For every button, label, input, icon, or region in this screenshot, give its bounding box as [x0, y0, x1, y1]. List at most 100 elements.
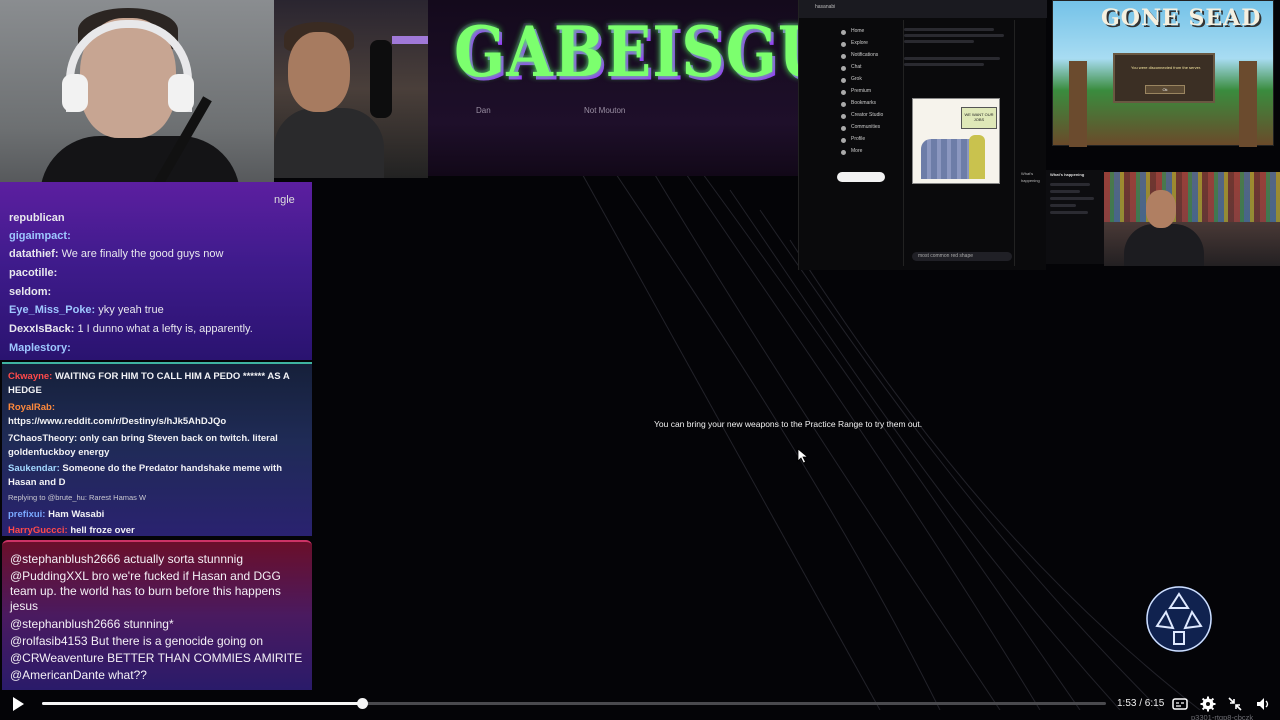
- guest-face: [288, 32, 350, 112]
- chat-message: DexxIsBack: 1 I dunno what a lefty is, a…: [9, 323, 253, 335]
- chat-message: @stephanblush2666 actually sorta stunnni…: [10, 552, 244, 566]
- chat-username: prefixui:: [8, 509, 46, 520]
- chat-username: Ckwayne:: [8, 371, 53, 382]
- meme-image: WE WANT OUR JOBS: [912, 98, 1000, 184]
- chat-panel-top: ngle republican gigaimpact: datathief: W…: [0, 182, 312, 360]
- chat-text: HEDGE: [8, 385, 42, 396]
- chat-message: Eye_Miss_Poke: yky yeah true: [9, 304, 164, 316]
- fullscreen-exit-icon[interactable]: [1227, 696, 1243, 712]
- headphone-cup-right: [168, 74, 194, 112]
- guest-body: [274, 108, 384, 178]
- channel-banner: GABEISGUNK Dan Not Mouton: [428, 0, 798, 176]
- progress-bar[interactable]: [42, 698, 1106, 709]
- chat-reply: Replying to @brute_hu: Rarest Hamas W: [8, 493, 146, 502]
- chat-username: republican: [9, 212, 65, 224]
- chat-message: @AmericanDante what??: [10, 668, 147, 682]
- headphone-cup-left: [62, 74, 88, 112]
- meme-figure: [969, 135, 985, 179]
- chat-username: seldom:: [9, 286, 52, 298]
- third-person-body: [1124, 224, 1204, 266]
- third-webcam: [1104, 172, 1280, 266]
- chat-message: Hasan and D: [8, 477, 66, 488]
- chat-text: yky yeah true: [98, 304, 164, 316]
- chat-message: HEDGE: [8, 385, 42, 396]
- sidebar-item: Communities: [839, 124, 899, 136]
- chat-message: 7ChaosTheory: only can bring Steven back…: [8, 433, 278, 444]
- time-display: 1:53 / 6:15: [1117, 698, 1165, 709]
- chat-text: only can bring Steven back on twitch. li…: [79, 433, 278, 444]
- chat-message: Ckwayne: WAITING FOR HIM TO CALL HIM A P…: [8, 371, 290, 382]
- chat-username: DexxIsBack:: [9, 323, 75, 335]
- chat-username: pacotille:: [9, 267, 58, 279]
- sidebar-item: Profile: [839, 136, 899, 148]
- chat-message: @CRWeaventure BETTER THAN COMMIES AMIRIT…: [10, 651, 303, 665]
- sidebar-item: Home: [839, 28, 899, 40]
- chat-panel-bottom: @stephanblush2666 actually sorta stunnni…: [2, 540, 312, 690]
- sidebar-item: Premium: [839, 88, 899, 100]
- game-post-right: [1239, 61, 1257, 147]
- game-title: GONE SEAD: [1101, 5, 1262, 31]
- chat-text: Hasan and D: [8, 477, 66, 488]
- trending-strip-heading: What's happening: [1050, 172, 1085, 177]
- chat-message: @rolfasib4153 But there is a genocide go…: [10, 634, 264, 648]
- banner-sub-left: Dan: [476, 106, 491, 115]
- chat-panel-mid: Ckwayne: WAITING FOR HIM TO CALL HIM A P…: [2, 362, 312, 536]
- sidebar-item: Chat: [839, 64, 899, 76]
- video-player-bar: 1:53 / 6:15 p3301-rtgp8-cbczk: [0, 690, 1280, 720]
- banner-sub-right: Not Mouton: [584, 106, 626, 115]
- cursor-icon: [797, 448, 809, 464]
- play-icon[interactable]: [10, 696, 26, 712]
- chat-message: gigaimpact:: [9, 230, 71, 242]
- progress-knob[interactable]: [357, 698, 369, 709]
- progress-fill: [42, 702, 363, 705]
- browser-tab-title: hasanabi: [815, 4, 836, 10]
- guest-mic: [370, 40, 392, 118]
- trending-heading: What's happening: [1021, 171, 1040, 183]
- chat-username: 7ChaosTheory:: [8, 433, 78, 444]
- chat-text: goldenfuckboy energy: [8, 447, 110, 458]
- game-dialog-ok-button: Ok: [1145, 85, 1185, 94]
- chat-message: prefixui: Ham Wasabi: [8, 509, 104, 520]
- chat-text: 1 I dunno what a lefty is, apparently.: [77, 323, 253, 335]
- game-window: GONE SEAD You were disconnected from the…: [1052, 0, 1274, 147]
- chat-message: Maplestory:: [9, 342, 71, 354]
- sidebar-item: More: [839, 148, 899, 160]
- radiant-icon: [1146, 586, 1212, 652]
- browser-window: hasanabi Home Explore Notifications Chat…: [798, 0, 1047, 270]
- video-frame[interactable]: GABEISGUNK Dan Not Mouton hasanabi Home …: [0, 0, 1280, 720]
- post-button: [837, 172, 885, 182]
- chat-text: WAITING FOR HIM TO CALL HIM A PEDO *****…: [55, 371, 290, 382]
- sidebar-item: Grok: [839, 76, 899, 88]
- captions-icon[interactable]: [1172, 696, 1188, 712]
- volume-icon[interactable]: [1255, 696, 1271, 712]
- settings-icon[interactable]: [1200, 696, 1216, 712]
- overflow-tag: ngle: [274, 194, 295, 206]
- chat-message: seldom:: [9, 286, 51, 298]
- browser-tabbar: hasanabi: [799, 0, 1047, 18]
- video-id-watermark: p3301-rtgp8-cbczk: [1191, 713, 1254, 720]
- chat-message: HarryGuccci: hell froze over: [8, 525, 135, 536]
- chat-text: Replying to @brute_hu: Rarest Hamas W: [8, 493, 147, 502]
- chat-message: @PuddingXXL bro we're fucked if Hasan an…: [10, 569, 281, 613]
- chat-text: Someone do the Predator handshake meme w…: [62, 463, 282, 474]
- chat-username: HarryGuccci:: [8, 525, 68, 536]
- practice-range-message: You can bring your new weapons to the Pr…: [654, 419, 923, 429]
- trending-strip: What's happening: [1046, 170, 1104, 264]
- chat-text: Ham Wasabi: [48, 509, 105, 520]
- sidebar-item: Notifications: [839, 52, 899, 64]
- chat-message: goldenfuckboy energy: [8, 447, 109, 458]
- game-post-left: [1069, 61, 1087, 147]
- sidebar-item: Bookmarks: [839, 100, 899, 112]
- sidebar-item: Explore: [839, 40, 899, 52]
- chat-link: https://www.reddit.com/r/Destiny/s/hJk5A…: [8, 416, 226, 427]
- game-dialog: You were disconnected from the server. O…: [1113, 53, 1215, 103]
- sidebar-item: Creator Studio: [839, 112, 899, 124]
- chat-text: https://www.reddit.com/r/Destiny/s/hJk5A…: [8, 416, 227, 427]
- search-box: most common red shape: [912, 252, 1012, 261]
- guest-webcam: [274, 0, 428, 178]
- chat-username: Eye_Miss_Poke:: [9, 304, 96, 316]
- guest-light: [392, 36, 428, 44]
- chat-text: hell froze over: [70, 525, 135, 536]
- chat-username: gigaimpact:: [9, 230, 71, 242]
- chat-message: republican: [9, 212, 65, 224]
